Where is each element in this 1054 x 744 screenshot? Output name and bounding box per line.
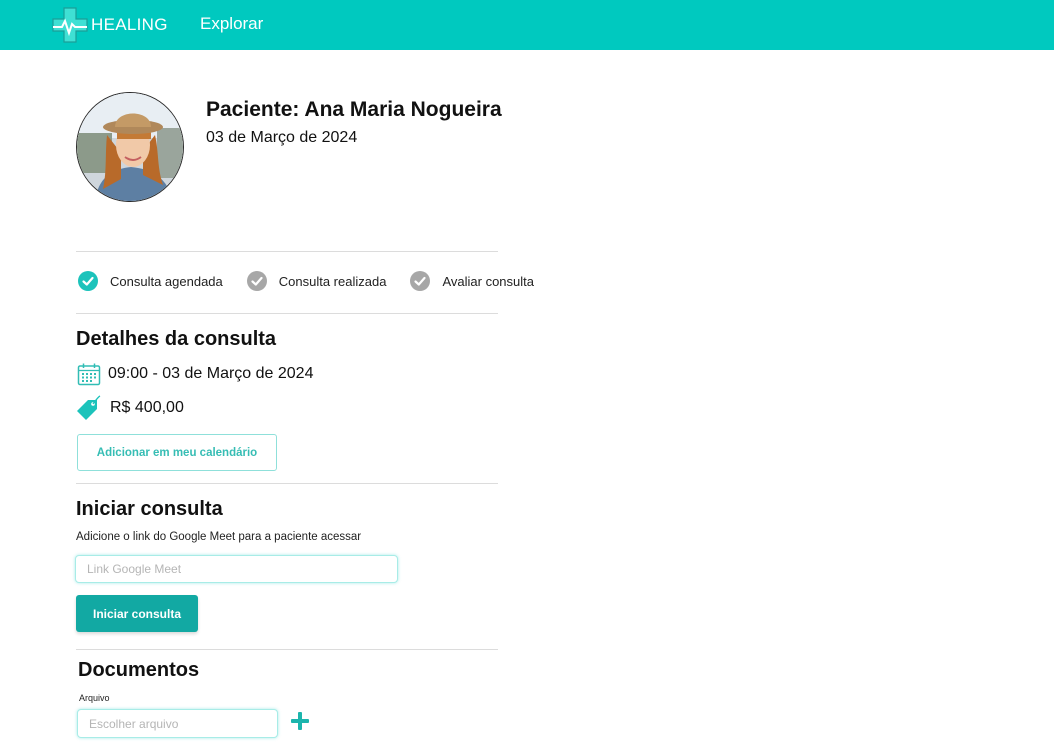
divider bbox=[76, 483, 498, 484]
medical-cross-heartbeat-icon bbox=[52, 7, 88, 43]
section-title-documents: Documentos bbox=[78, 659, 200, 681]
step-label: Consulta realizada bbox=[278, 273, 387, 289]
check-circle-icon bbox=[410, 271, 431, 291]
plus-icon[interactable] bbox=[290, 711, 310, 731]
appointment-datetime-row: 09:00 - 03 de Março de 2024 bbox=[76, 362, 313, 386]
calendar-icon bbox=[77, 363, 101, 386]
step-label: Consulta agendada bbox=[110, 273, 223, 289]
google-meet-link-input[interactable] bbox=[75, 555, 398, 583]
section-title-start: Iniciar consulta bbox=[76, 498, 223, 520]
price-tag-icon bbox=[77, 395, 101, 420]
divider bbox=[76, 313, 498, 314]
top-navbar: HEALING Explorar bbox=[0, 0, 1054, 50]
file-field-label: Arquivo bbox=[79, 693, 110, 703]
meet-helper-text: Adicione o link do Google Meet para a pa… bbox=[76, 531, 362, 543]
step-avaliar-consulta: Avaliar consulta bbox=[410, 271, 534, 291]
avatar bbox=[76, 92, 184, 202]
check-circle-icon bbox=[246, 271, 267, 291]
brand[interactable]: HEALING bbox=[52, 7, 168, 43]
add-to-calendar-button[interactable]: Adicionar em meu calendário bbox=[77, 434, 277, 471]
step-consulta-realizada: Consulta realizada bbox=[246, 271, 387, 291]
check-circle-icon bbox=[78, 271, 98, 291]
file-chooser-input[interactable] bbox=[77, 709, 278, 738]
appointment-date: 03 de Março de 2024 bbox=[206, 129, 358, 146]
divider bbox=[76, 251, 498, 252]
appointment-price: R$ 400,00 bbox=[110, 399, 184, 416]
brand-name: HEALING bbox=[91, 15, 168, 34]
appointment-price-row: R$ 400,00 bbox=[76, 395, 184, 421]
start-consultation-button[interactable]: Iniciar consulta bbox=[76, 595, 198, 632]
step-consulta-agendada: Consulta agendada bbox=[78, 271, 223, 291]
status-steps: Consulta agendada Consulta realizada Ava… bbox=[78, 270, 558, 292]
divider bbox=[76, 649, 498, 650]
nav-explorar[interactable]: Explorar bbox=[200, 14, 263, 34]
appointment-datetime: 09:00 - 03 de Março de 2024 bbox=[108, 365, 314, 382]
step-label: Avaliar consulta bbox=[442, 273, 534, 289]
section-title-details: Detalhes da consulta bbox=[76, 328, 277, 350]
patient-name: Paciente: Ana Maria Nogueira bbox=[206, 98, 502, 121]
